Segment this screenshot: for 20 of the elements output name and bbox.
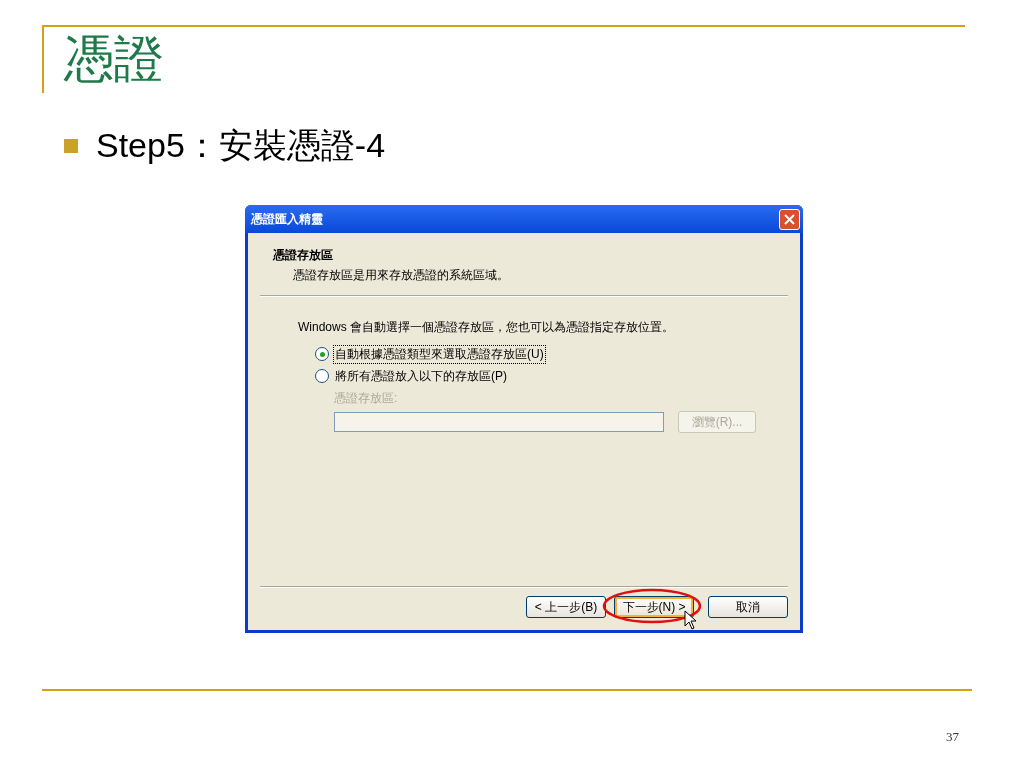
radio-button[interactable]	[315, 347, 329, 361]
store-field[interactable]	[334, 412, 664, 432]
header-title: 憑證存放區	[273, 247, 334, 264]
radio-button[interactable]	[315, 369, 329, 383]
header-subtitle: 憑證存放區是用來存放憑證的系統區域。	[292, 267, 510, 284]
page-number: 37	[946, 729, 959, 745]
wizard-button[interactable]: 取消	[708, 596, 788, 618]
radio-label[interactable]: 將所有憑證放入以下的存放區(P)	[333, 366, 509, 386]
store-label: 憑證存放區:	[334, 390, 399, 407]
window-title: 憑證匯入精靈	[250, 210, 323, 228]
bullet-text: Step5：安裝憑證-4	[96, 125, 386, 166]
intro-text: Windows 會自動選擇一個憑證存放區，您也可以為憑證指定存放位置。	[298, 319, 675, 336]
close-icon	[784, 213, 795, 225]
bullet-icon	[64, 139, 78, 153]
cursor-icon	[684, 610, 698, 630]
radio-label[interactable]: 自動根據憑證類型來選取憑證存放區(U)	[333, 344, 546, 364]
slide-title: 憑證	[64, 29, 164, 90]
wizard-button[interactable]: 下一步(N) >	[614, 596, 694, 618]
close-button[interactable]	[779, 208, 800, 230]
wizard-button[interactable]: < 上一步(B)	[526, 596, 606, 618]
